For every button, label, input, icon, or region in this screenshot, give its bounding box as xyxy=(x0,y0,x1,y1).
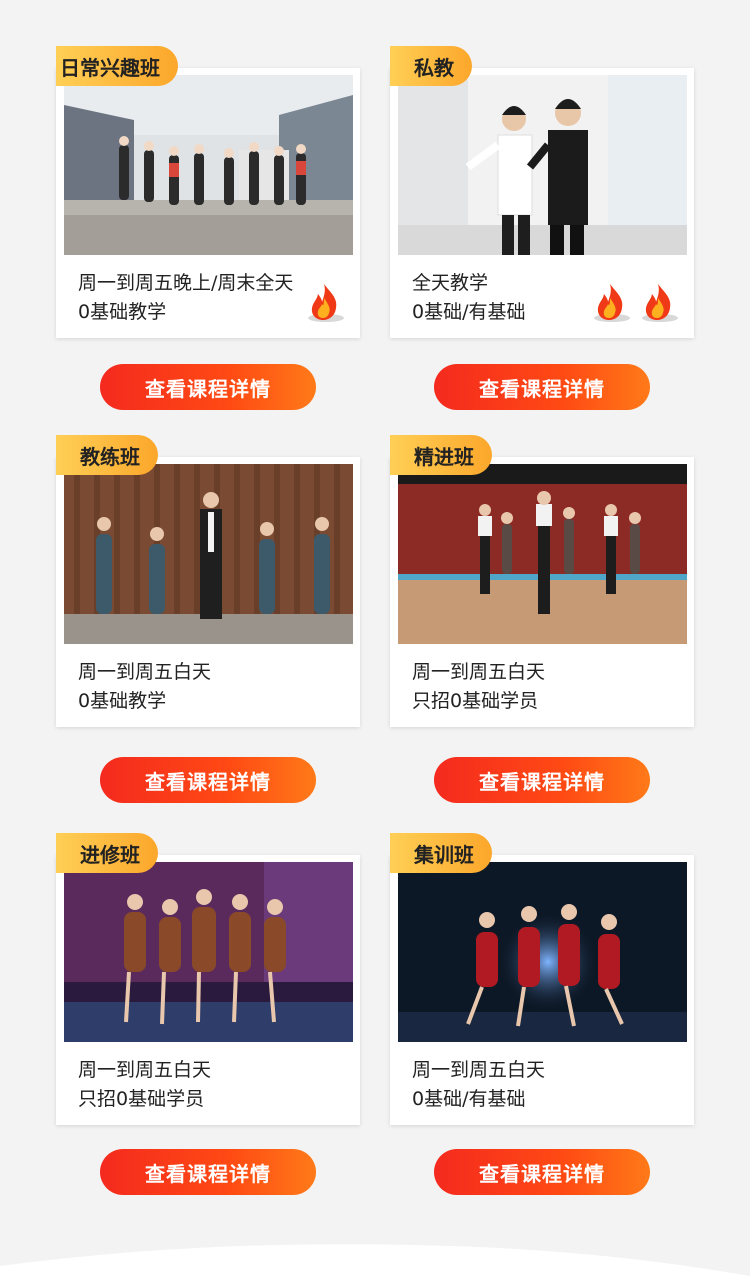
course-schedule: 周一到周五白天 xyxy=(78,661,212,683)
course-level: 只招0基础学员 xyxy=(78,1088,205,1110)
course-schedule: 周一到周五白天 xyxy=(412,661,546,683)
course-photo-daily-interest xyxy=(64,75,353,255)
view-course-details-button[interactable]: 查看课程详情 xyxy=(434,1149,650,1195)
course-card-intensive[interactable]: 集训班 周一到周五白天 0基础/有基础 xyxy=(390,833,694,1125)
view-course-details-button[interactable]: 查看课程详情 xyxy=(100,364,316,410)
view-course-details-button[interactable]: 查看课程详情 xyxy=(434,757,650,803)
course-photo-coach xyxy=(64,464,353,644)
flame-icon xyxy=(594,284,630,322)
course-card-advanced[interactable]: 精进班 周一到周五白天 只招0基础学员 xyxy=(390,435,694,727)
flame-icon xyxy=(308,284,344,322)
course-card-coach[interactable]: 教练班 周一到周五白天 0基础教学 xyxy=(56,435,360,727)
course-schedule: 周一到周五白天 xyxy=(412,1059,546,1081)
course-schedule: 周一到周五白天 xyxy=(78,1059,212,1081)
course-schedule: 全天教学 xyxy=(412,272,489,294)
course-tag: 教练班 xyxy=(56,435,158,475)
course-level: 只招0基础学员 xyxy=(412,690,539,712)
bottom-wave-decoration xyxy=(0,1244,750,1286)
course-photo-advanced xyxy=(398,464,687,644)
course-photo-private xyxy=(398,75,687,255)
course-level: 0基础/有基础 xyxy=(412,301,526,323)
course-tag: 精进班 xyxy=(390,435,492,475)
course-level: 0基础教学 xyxy=(78,690,167,712)
view-course-details-button[interactable]: 查看课程详情 xyxy=(100,757,316,803)
course-tag: 集训班 xyxy=(390,833,492,873)
view-course-details-button[interactable]: 查看课程详情 xyxy=(100,1149,316,1195)
popularity-flames xyxy=(304,280,346,324)
flame-icon xyxy=(642,284,678,322)
course-tag: 私教 xyxy=(390,46,472,86)
popularity-flames xyxy=(590,280,680,324)
course-photo-further-study xyxy=(64,862,353,1042)
course-photo-intensive xyxy=(398,862,687,1042)
course-tag: 进修班 xyxy=(56,833,158,873)
course-grid: 日常兴趣班 周一到周五晚上/周末全天 0基础教学 私教 全天教学 0基础/有基础… xyxy=(0,0,750,1286)
course-level: 0基础教学 xyxy=(78,301,167,323)
course-schedule: 周一到周五晚上/周末全天 xyxy=(78,272,294,294)
course-card-daily-interest[interactable]: 日常兴趣班 周一到周五晚上/周末全天 0基础教学 xyxy=(56,46,360,338)
course-level: 0基础/有基础 xyxy=(412,1088,526,1110)
course-tag: 日常兴趣班 xyxy=(56,46,178,86)
view-course-details-button[interactable]: 查看课程详情 xyxy=(434,364,650,410)
course-card-further-study[interactable]: 进修班 周一到周五白天 只招0基础学员 xyxy=(56,833,360,1125)
course-card-private[interactable]: 私教 全天教学 0基础/有基础 xyxy=(390,46,694,338)
